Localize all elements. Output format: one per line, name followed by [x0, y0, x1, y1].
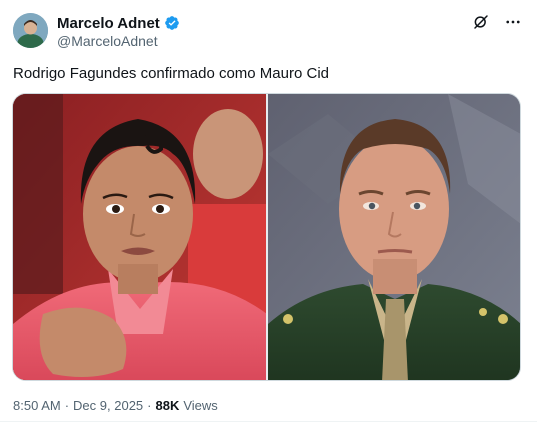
post-date[interactable]: Dec 9, 2025: [73, 398, 143, 413]
meta-separator: ·: [64, 398, 70, 413]
photo-left[interactable]: [13, 94, 266, 380]
views-count[interactable]: 88K: [156, 398, 180, 413]
avatar[interactable]: [13, 13, 48, 48]
verified-badge-icon: [164, 15, 180, 31]
photo-right[interactable]: [268, 94, 520, 380]
tweet-card: Marcelo Adnet @MarceloAdnet Rodrigo Fagu…: [0, 0, 537, 422]
author-name-row: Marcelo Adnet: [57, 13, 180, 33]
tweet-meta: 8:50 AM · Dec 9, 2025 · 88K Views: [13, 398, 218, 413]
views-label: Views: [183, 398, 218, 413]
grok-icon[interactable]: [471, 12, 491, 32]
more-icon[interactable]: [503, 12, 523, 32]
author-display-name[interactable]: Marcelo Adnet: [57, 15, 160, 32]
top-actions: [471, 12, 523, 32]
author-handle[interactable]: @MarceloAdnet: [57, 33, 158, 49]
tweet-text: Rodrigo Fagundes confirmado como Mauro C…: [13, 65, 329, 82]
post-time[interactable]: 8:50 AM: [13, 398, 61, 413]
media-grid[interactable]: [12, 93, 521, 381]
meta-separator: ·: [147, 398, 152, 413]
